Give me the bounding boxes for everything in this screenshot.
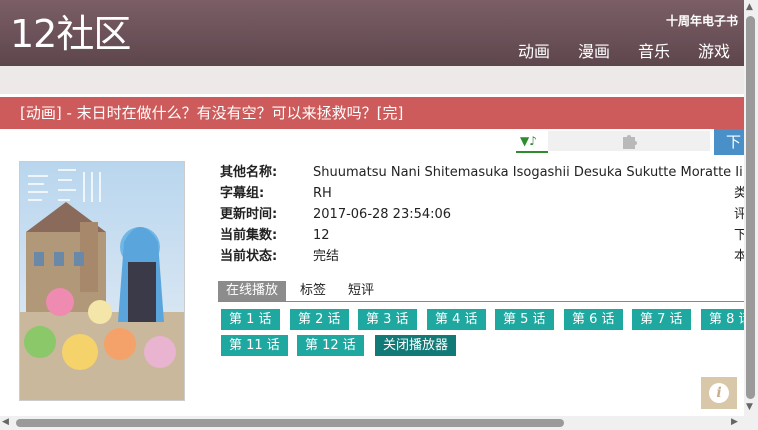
vertical-scrollbar[interactable]: ▲ ▼ — [744, 0, 758, 416]
episode-button[interactable]: 第 11 话 — [221, 335, 288, 356]
scroll-down-arrow-icon[interactable]: ▼ — [746, 402, 753, 412]
close-player-button[interactable]: 关闭播放器 — [375, 335, 457, 356]
vertical-scroll-thumb[interactable] — [746, 16, 755, 399]
nav-music[interactable]: 音乐 — [638, 38, 670, 62]
episode-button[interactable]: 第 12 话 — [297, 335, 364, 356]
puzzle-icon — [623, 135, 637, 149]
horizontal-scrollbar[interactable]: ◀ ▶ — [0, 416, 744, 430]
nav-manga[interactable]: 漫画 — [578, 38, 610, 62]
scroll-up-arrow-icon[interactable]: ▲ — [746, 2, 753, 12]
tab-online-play[interactable]: 在线播放 — [218, 281, 287, 301]
info-label: 其他名称: — [220, 165, 278, 180]
anime-poster — [19, 161, 185, 401]
site-logo[interactable]: 12社区 — [10, 12, 131, 56]
scroll-left-arrow-icon[interactable]: ◀ — [2, 417, 9, 427]
scrollbar-corner — [744, 416, 758, 430]
nav-anime[interactable]: 动画 — [518, 38, 550, 62]
info-icon: i — [709, 383, 729, 403]
main-nav: 动画 漫画 音乐 游戏 — [518, 38, 730, 62]
info-value: 完结 — [313, 249, 340, 264]
episode-button[interactable]: 第 6 话 — [564, 309, 623, 330]
horizontal-scroll-thumb[interactable] — [16, 419, 564, 427]
scroll-right-arrow-icon[interactable]: ▶ — [731, 417, 738, 427]
info-label: 当前集数: — [220, 228, 278, 243]
tab-tags[interactable]: 标签 — [292, 281, 334, 301]
info-button[interactable]: i — [701, 377, 737, 409]
episode-button[interactable]: 第 2 话 — [290, 309, 349, 330]
info-value: 2017-06-28 23:54:06 — [313, 207, 452, 222]
content-tabs: 在线播放 标签 短评 — [218, 281, 744, 302]
episode-button[interactable]: 第 4 话 — [427, 309, 486, 330]
info-value: RH — [313, 186, 332, 201]
episode-button[interactable]: 第 1 话 — [221, 309, 280, 330]
site-header: 12社区 十周年电子书 动画 漫画 音乐 游戏 — [0, 0, 744, 66]
episode-button[interactable]: 第 7 话 — [632, 309, 691, 330]
plugin-placeholder — [548, 131, 710, 151]
music-toggle[interactable]: ▼♪ — [516, 129, 548, 153]
page-title: [动画] - 末日时在做什么？有没有空？可以来拯救吗？[完] — [0, 97, 744, 129]
anniversary-link[interactable]: 十周年电子书 — [666, 12, 738, 29]
info-label: 当前状态: — [220, 249, 278, 264]
download-button[interactable]: 下 — [714, 129, 744, 155]
player-bar: ▼♪ 下 — [516, 129, 744, 155]
info-label: 字幕组: — [220, 186, 265, 201]
header-band — [0, 66, 744, 94]
info-label: 更新时间: — [220, 207, 278, 222]
info-value: 12 — [313, 228, 330, 243]
episode-button[interactable]: 第 5 话 — [495, 309, 554, 330]
info-value: Shuumatsu Nani Shitemasuka Isogashii Des… — [313, 165, 758, 180]
nav-games[interactable]: 游戏 — [698, 38, 730, 62]
tab-reviews[interactable]: 短评 — [340, 281, 382, 301]
episode-button[interactable]: 第 3 话 — [358, 309, 417, 330]
